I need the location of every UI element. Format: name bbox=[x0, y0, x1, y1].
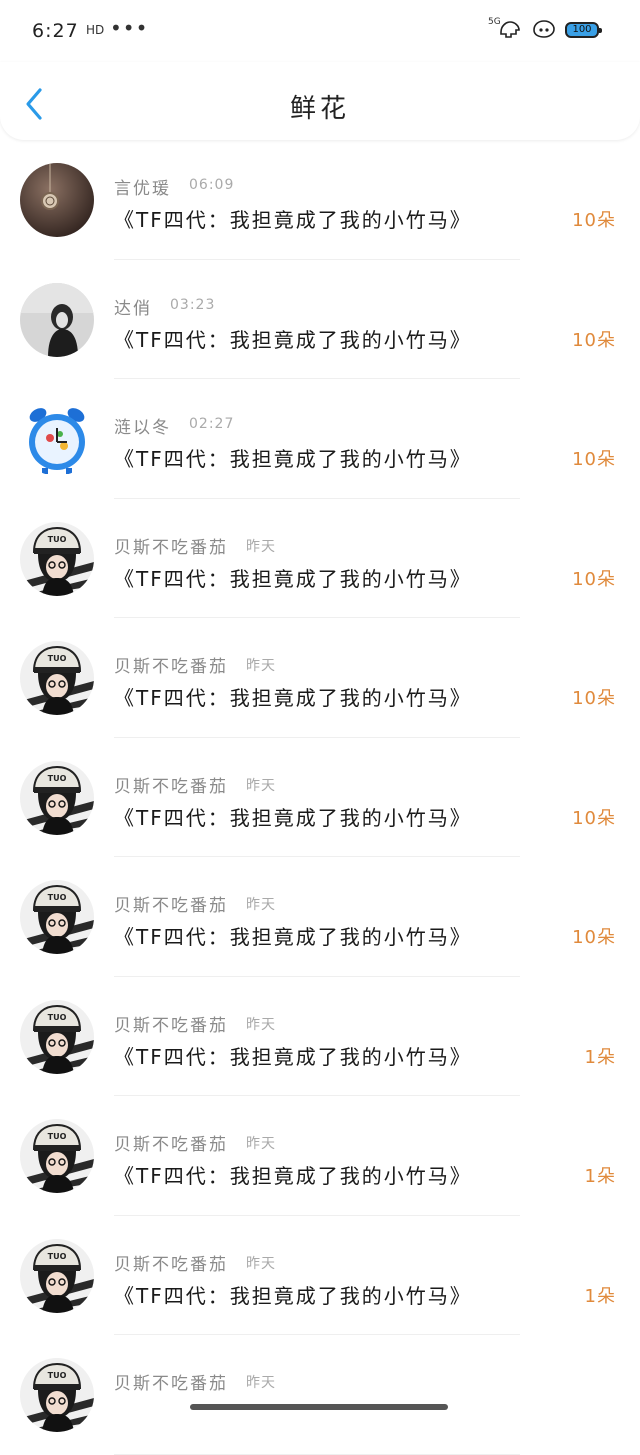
avatar[interactable] bbox=[20, 163, 94, 237]
book-title: 《TF四代：我担竟成了我的小竹马》 bbox=[114, 686, 472, 710]
sender-name[interactable]: 贝斯不吃番茄 bbox=[114, 1250, 228, 1275]
book-title: 《TF四代：我担竟成了我的小竹马》 bbox=[114, 208, 472, 232]
sent-time: 昨天 bbox=[246, 538, 276, 555]
more-notifications-icon: ••• bbox=[110, 16, 149, 40]
avatar[interactable]: TUO bbox=[20, 1119, 94, 1193]
sent-time: 昨天 bbox=[246, 1255, 276, 1272]
sent-time: 昨天 bbox=[246, 777, 276, 794]
list-item[interactable]: TUO 贝斯不吃番茄 昨天《TF四代：我担竟成了我的小竹马》 10朵 bbox=[0, 857, 640, 977]
flower-count: 10朵 bbox=[572, 807, 616, 829]
list-item[interactable]: 涟以冬 02:27 《TF四代：我担竟成了我的小竹马》 10朵 bbox=[0, 379, 640, 499]
book-title: 《TF四代：我担竟成了我的小竹马》 bbox=[114, 805, 472, 830]
flower-count: 10朵 bbox=[572, 329, 616, 351]
wifi-icon bbox=[533, 20, 555, 38]
flower-record-list: 言优瑗 06:09 《TF四代：我担竟成了我的小竹马》 10朵 达俏 03:23 《TF四代… bbox=[0, 140, 640, 1455]
flower-count: 10朵 bbox=[572, 210, 616, 231]
flower-count: 1朵 bbox=[584, 1166, 616, 1187]
sent-time: 昨天 bbox=[246, 1136, 276, 1152]
flower-count: 1朵 bbox=[584, 1046, 616, 1068]
page-title: 鲜花 bbox=[289, 94, 350, 124]
sent-time: 03:23 bbox=[170, 296, 216, 313]
avatar[interactable]: TUO bbox=[20, 521, 94, 596]
avatar[interactable]: TUO bbox=[20, 880, 94, 954]
list-item[interactable]: TUO 贝斯不吃番茄 昨天 bbox=[0, 1335, 640, 1455]
flower-count: 1朵 bbox=[584, 1285, 616, 1307]
sent-time: 昨天 bbox=[246, 658, 276, 674]
nav-header: 鲜花 bbox=[0, 62, 640, 140]
list-item[interactable]: TUO 贝斯不吃番茄 昨天《TF四代：我担竟成了我的小竹马》 1朵 bbox=[0, 1096, 640, 1216]
flower-count: 10朵 bbox=[572, 449, 616, 470]
svg-text:TUO: TUO bbox=[48, 535, 67, 544]
list-item[interactable]: TUO 贝斯不吃番茄 昨天《TF四代：我担竟成了我的小竹马》 10朵 bbox=[0, 618, 640, 738]
sender-name[interactable]: 贝斯不吃番茄 bbox=[114, 652, 228, 677]
avatar[interactable]: TUO bbox=[20, 1238, 94, 1313]
sender-name[interactable]: 贝斯不吃番茄 bbox=[114, 1011, 228, 1036]
book-title: 《TF四代：我担竟成了我的小竹马》 bbox=[114, 327, 472, 352]
book-title: 《TF四代：我担竟成了我的小竹马》 bbox=[114, 925, 472, 949]
book-title: 《TF四代：我担竟成了我的小竹马》 bbox=[114, 1283, 472, 1308]
svg-text:TUO: TUO bbox=[48, 1013, 67, 1022]
sender-name[interactable]: 贝斯不吃番茄 bbox=[114, 772, 228, 797]
avatar[interactable]: TUO bbox=[20, 1358, 94, 1432]
list-item[interactable]: TUO 贝斯不吃番茄 昨天《TF四代：我担竟成了我的小竹马》 10朵 bbox=[0, 738, 640, 857]
list-item[interactable]: TUO 贝斯不吃番茄 昨天《TF四代：我担竟成了我的小竹马》 1朵 bbox=[0, 1216, 640, 1335]
battery-icon: 100 bbox=[565, 22, 602, 38]
sender-name[interactable]: 贝斯不吃番茄 bbox=[114, 891, 228, 916]
list-item[interactable]: 达俏 03:23 《TF四代：我担竟成了我的小竹马》 10朵 bbox=[0, 260, 640, 379]
avatar[interactable] bbox=[20, 402, 94, 476]
book-title: 《TF四代：我担竟成了我的小竹马》 bbox=[114, 1164, 472, 1188]
svg-text:TUO: TUO bbox=[48, 1252, 67, 1261]
sent-time: 昨天 bbox=[246, 1375, 276, 1391]
list-item[interactable]: TUO 贝斯不吃番茄 昨天《TF四代：我担竟成了我的小竹马》 10朵 bbox=[0, 499, 640, 618]
list-item[interactable]: TUO 贝斯不吃番茄 昨天《TF四代：我担竟成了我的小竹马》 1朵 bbox=[0, 977, 640, 1096]
svg-text:TUO: TUO bbox=[48, 774, 67, 783]
sent-time: 昨天 bbox=[246, 1016, 276, 1033]
sender-name[interactable]: 贝斯不吃番茄 bbox=[114, 1369, 228, 1394]
divider bbox=[114, 1453, 520, 1455]
battery-level: 100 bbox=[572, 24, 592, 35]
list-item[interactable]: 言优瑗 06:09 《TF四代：我担竟成了我的小竹马》 10朵 bbox=[0, 140, 640, 260]
sent-time: 昨天 bbox=[246, 897, 276, 913]
svg-text:TUO: TUO bbox=[48, 1371, 67, 1380]
status-time: 6:27 bbox=[32, 20, 79, 42]
svg-text:TUO: TUO bbox=[48, 654, 67, 663]
flower-count: 10朵 bbox=[572, 927, 616, 948]
book-title: 《TF四代：我担竟成了我的小竹马》 bbox=[114, 1044, 472, 1069]
avatar[interactable]: TUO bbox=[20, 999, 94, 1074]
svg-text:TUO: TUO bbox=[48, 893, 67, 902]
sender-name[interactable]: 涟以冬 bbox=[114, 413, 171, 438]
book-title: 《TF四代：我担竟成了我的小竹马》 bbox=[114, 447, 472, 471]
book-title: 《TF四代：我担竟成了我的小竹马》 bbox=[114, 566, 472, 591]
signal-icon bbox=[500, 21, 520, 38]
svg-text:TUO: TUO bbox=[48, 1132, 67, 1141]
sender-name[interactable]: 贝斯不吃番茄 bbox=[114, 533, 228, 558]
avatar[interactable]: TUO bbox=[20, 641, 94, 715]
status-bar: 6:27 HD ••• 5G 100 bbox=[0, 0, 640, 62]
avatar[interactable] bbox=[20, 282, 94, 357]
home-indicator[interactable] bbox=[190, 1404, 448, 1410]
flower-count: 10朵 bbox=[572, 568, 616, 590]
sim-indicator: HD bbox=[86, 23, 105, 37]
avatar[interactable]: TUO bbox=[20, 760, 94, 835]
sender-name[interactable]: 达俏 bbox=[114, 294, 152, 319]
sent-time: 02:27 bbox=[189, 416, 235, 432]
sender-name[interactable]: 言优瑗 bbox=[114, 174, 171, 199]
flower-count: 10朵 bbox=[572, 688, 616, 709]
sender-name[interactable]: 贝斯不吃番茄 bbox=[114, 1130, 228, 1155]
sent-time: 06:09 bbox=[189, 177, 235, 193]
